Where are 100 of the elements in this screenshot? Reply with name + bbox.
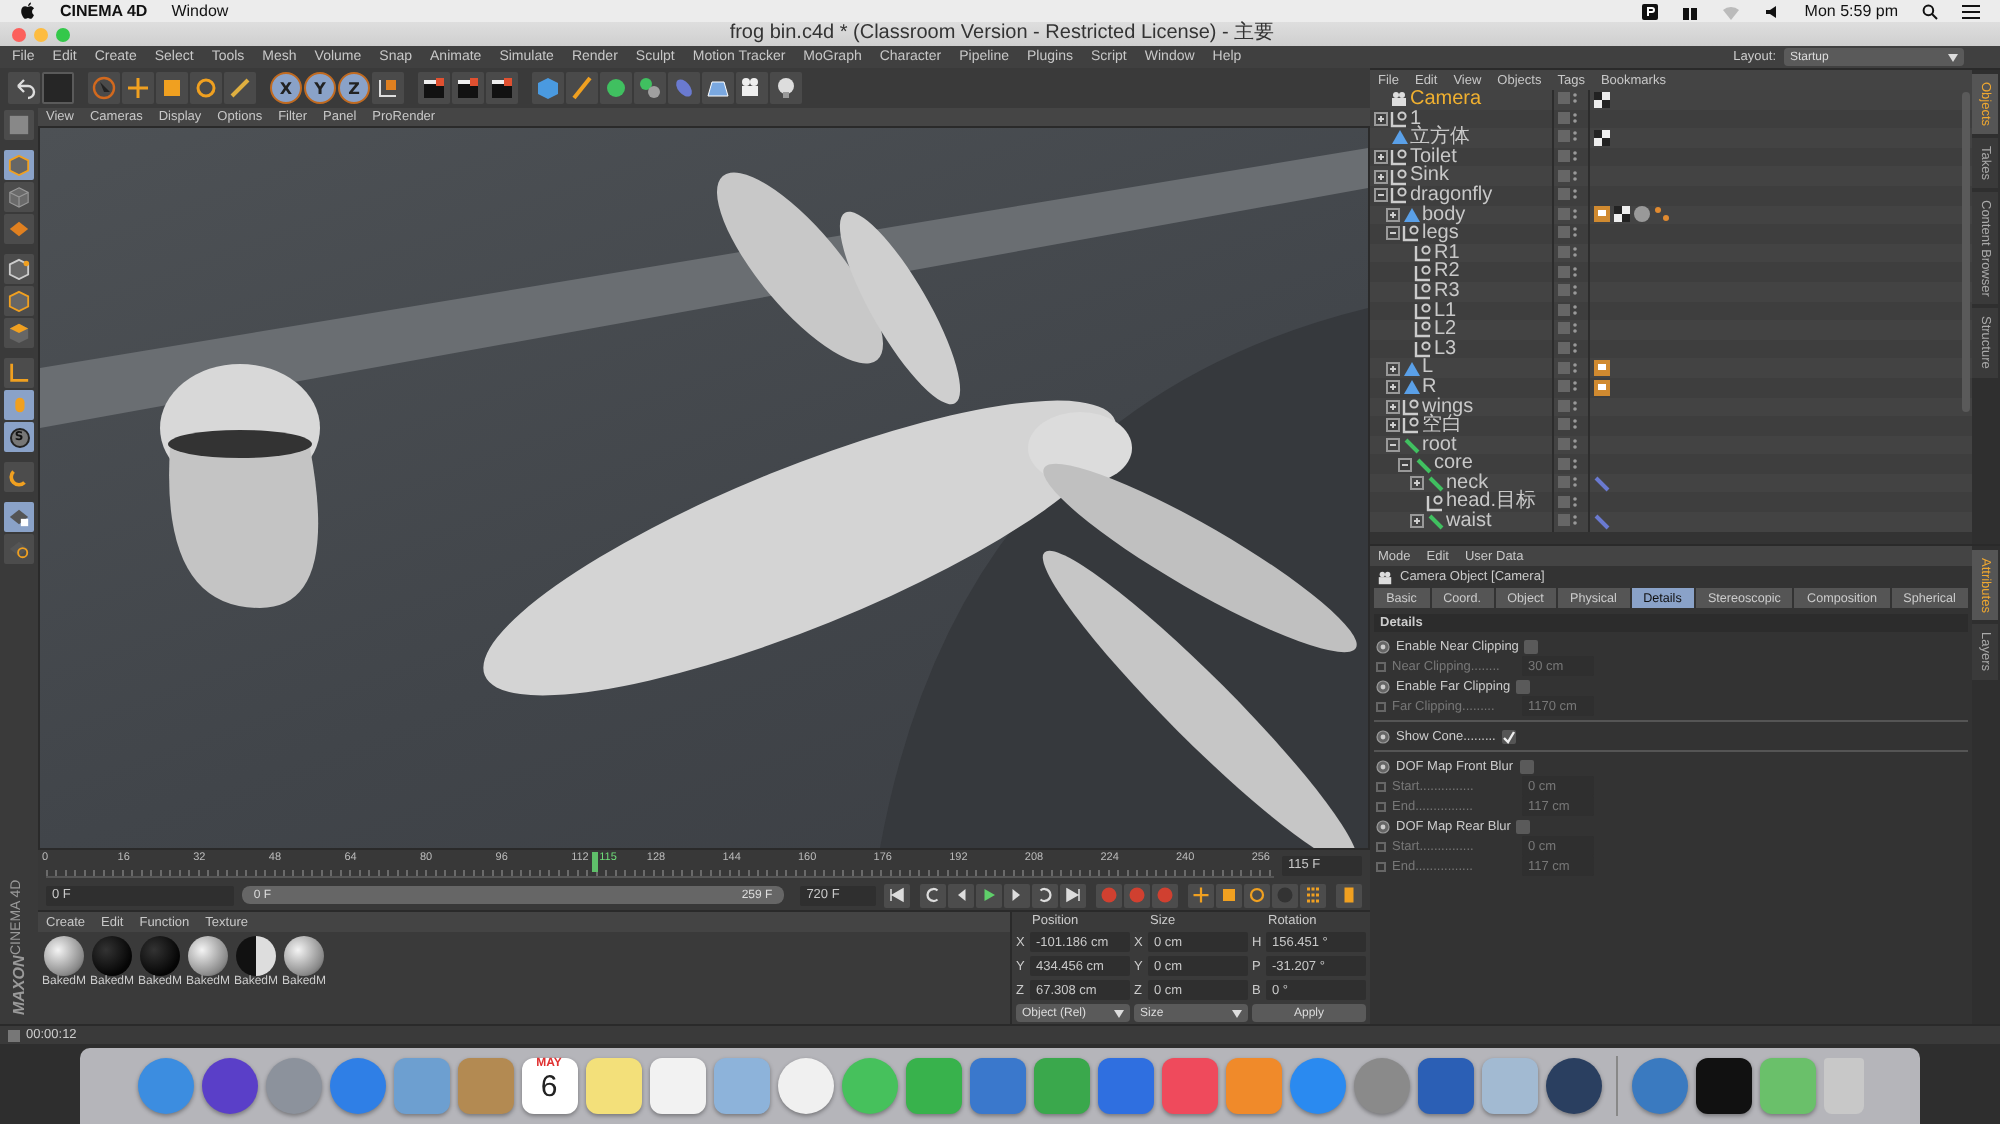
object-name[interactable]: root (1422, 435, 1457, 455)
expand-icon[interactable] (1386, 361, 1400, 376)
record-keys-button[interactable] (1123, 883, 1150, 907)
visibility-icon[interactable] (1558, 226, 1578, 241)
app-icon[interactable] (201, 1058, 257, 1114)
playhead[interactable] (591, 852, 598, 872)
object-name[interactable]: L (1422, 358, 1434, 378)
expand-icon[interactable] (1374, 169, 1388, 184)
visibility-icon[interactable] (1558, 188, 1578, 203)
checker-tag-icon[interactable] (1594, 129, 1610, 146)
object-name[interactable]: neck (1446, 473, 1489, 493)
object-name[interactable]: 空白 (1422, 416, 1462, 436)
object-name[interactable]: 立方体 (1410, 128, 1470, 148)
visibility-icon[interactable] (1558, 111, 1578, 126)
clapperboard-tool-button[interactable] (418, 72, 450, 104)
visibility-icon[interactable] (1558, 361, 1578, 376)
undo-tool-button[interactable] (8, 72, 40, 104)
scale-key-button[interactable] (1215, 883, 1242, 907)
collapse-icon[interactable] (1386, 226, 1400, 241)
collapse-icon[interactable] (1386, 437, 1400, 452)
collapse-icon[interactable] (1398, 457, 1412, 472)
step-back-button[interactable] (947, 883, 974, 907)
binoculars-icon[interactable] (1682, 3, 1699, 19)
edges-cube-mode-button[interactable] (4, 286, 34, 316)
record-button[interactable] (1095, 883, 1122, 907)
cube-mode-button[interactable] (4, 182, 34, 212)
scale-tool-button[interactable] (156, 72, 188, 104)
visibility-icon[interactable] (1558, 130, 1578, 145)
visibility-icon[interactable] (1558, 92, 1578, 107)
visibility-icon[interactable] (1558, 399, 1578, 414)
weight-tag-icon[interactable] (1594, 206, 1610, 223)
menu-item[interactable]: Window (171, 2, 229, 20)
app-icon[interactable] (1545, 1058, 1601, 1114)
ik-tag-icon[interactable] (1594, 513, 1610, 530)
object-name[interactable]: Sink (1410, 166, 1449, 186)
object-name[interactable]: R2 (1434, 262, 1460, 282)
move-key-button[interactable] (1187, 883, 1214, 907)
grid-workplane-mode-button[interactable] (4, 534, 34, 564)
expand-icon[interactable] (1386, 207, 1400, 222)
checkbox[interactable] (1516, 679, 1531, 693)
visibility-icon[interactable] (1558, 342, 1578, 357)
checker-tag-icon[interactable] (1594, 91, 1610, 108)
object-name[interactable]: R (1422, 377, 1437, 397)
material-swatch[interactable] (188, 936, 228, 976)
grid-plane-tool-button[interactable] (702, 72, 734, 104)
object-name[interactable]: core (1434, 454, 1473, 474)
material-swatch[interactable] (284, 936, 324, 976)
visibility-icon[interactable] (1558, 418, 1578, 433)
checkbox[interactable] (1519, 759, 1534, 773)
object-name[interactable]: R3 (1434, 281, 1460, 302)
expand-icon[interactable] (1410, 476, 1424, 491)
skip-end-button[interactable] (1059, 883, 1086, 907)
object-name[interactable]: R1 (1434, 243, 1460, 263)
visibility-icon[interactable] (1558, 207, 1578, 222)
points-tag-icon[interactable] (1654, 206, 1670, 223)
rotate-tool-button[interactable] (190, 72, 222, 104)
visibility-icon[interactable] (1558, 322, 1578, 337)
expand-icon[interactable] (1374, 111, 1388, 126)
object-name[interactable]: Camera (1410, 90, 1482, 110)
spheres-tool-button[interactable] (634, 72, 666, 104)
object-name[interactable]: L2 (1434, 320, 1457, 340)
grid-lock-mode-button[interactable] (4, 502, 34, 532)
material-swatch[interactable] (140, 936, 180, 976)
object-name[interactable]: legs (1422, 224, 1459, 244)
material-swatch[interactable] (44, 936, 84, 976)
cube-mode-button[interactable] (4, 150, 34, 180)
expand-icon[interactable] (1386, 380, 1400, 395)
visibility-icon[interactable] (1558, 246, 1578, 261)
visibility-icon[interactable] (1558, 495, 1578, 510)
magnet-mode-button[interactable] (4, 462, 34, 492)
coordinate-axes-tool-button[interactable] (372, 72, 404, 104)
cursor-tool-button[interactable] (88, 72, 120, 104)
axis-lock-button[interactable]: Z (338, 72, 370, 104)
search-icon[interactable] (1922, 3, 1938, 19)
visibility-icon[interactable] (1558, 437, 1578, 452)
visibility-icon[interactable] (1558, 265, 1578, 280)
pen-tool-button[interactable] (566, 72, 598, 104)
expand-icon[interactable] (1386, 418, 1400, 433)
timeline-button[interactable] (1335, 883, 1362, 907)
object-name[interactable]: waist (1446, 512, 1492, 532)
rotate-key-button[interactable] (1243, 883, 1270, 907)
expand-icon[interactable] (1410, 514, 1424, 529)
visibility-icon[interactable] (1558, 380, 1578, 395)
visibility-icon[interactable] (1558, 150, 1578, 165)
object-name[interactable]: 1 (1410, 109, 1422, 129)
axis-lock-button[interactable]: Y (304, 72, 336, 104)
visibility-icon[interactable] (1558, 303, 1578, 318)
list-icon[interactable] (1962, 3, 1980, 19)
visibility-icon[interactable] (1558, 514, 1578, 529)
range-slider[interactable] (241, 886, 785, 904)
checkbox[interactable] (1524, 639, 1539, 653)
material-swatch[interactable] (236, 936, 276, 976)
bulb-tool-button[interactable] (770, 72, 802, 104)
object-name[interactable]: wings (1422, 397, 1474, 417)
grid-mode-button[interactable] (4, 214, 34, 244)
clapperboard-tool-button[interactable] (486, 72, 518, 104)
point-level-button[interactable] (1299, 883, 1326, 907)
app-icon[interactable] (1695, 1058, 1751, 1114)
brush-tool-button[interactable] (224, 72, 256, 104)
axis-lock-button[interactable]: X (270, 72, 302, 104)
